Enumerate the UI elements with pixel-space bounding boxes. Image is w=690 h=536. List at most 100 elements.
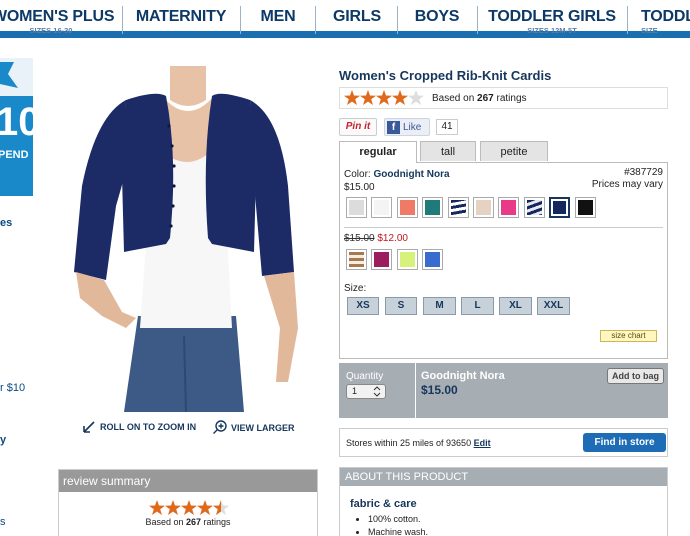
quantity-select[interactable]: 1 <box>346 384 386 399</box>
size-label: Size: <box>344 283 367 294</box>
nav-label: TODDLER GIRLS <box>488 8 616 25</box>
nav-toddler-boys[interactable]: TODDL SIZE <box>641 0 690 38</box>
color-swatch[interactable] <box>498 197 520 218</box>
rating-stars-icon <box>344 90 424 105</box>
left-link[interactable]: r $10 <box>0 382 25 394</box>
like-label: Like <box>403 121 422 133</box>
about-title: ABOUT THIS PRODUCT <box>340 468 667 486</box>
nav-sublabel: SIZE <box>641 26 658 35</box>
about-product-panel: ABOUT THIS PRODUCT fabric & care 100% co… <box>339 467 668 536</box>
find-in-store-button[interactable]: Find in store <box>583 433 666 452</box>
roll-to-zoom-label: ROLL ON TO ZOOM IN <box>100 422 197 432</box>
nav-sublabel: SIZES 12M-5T <box>527 26 577 35</box>
size-xxl-button[interactable]: XXL <box>537 297 570 315</box>
color-swatch[interactable] <box>371 197 393 218</box>
nav-sublabel: SIZES 16-30 <box>29 26 73 35</box>
size-chart-link[interactable]: size chart <box>600 330 657 342</box>
stores-radius-text: Stores within 25 miles of 93650 <box>346 438 472 448</box>
rating-count: 267 <box>477 93 494 104</box>
edit-location-link[interactable]: Edit <box>474 438 491 448</box>
size-xl-button[interactable]: XL <box>499 297 532 315</box>
pin-it-button[interactable]: Pin it <box>339 118 377 136</box>
review-summary-title: review summary <box>59 470 317 492</box>
swatch-fill <box>425 252 441 267</box>
color-swatch[interactable] <box>574 197 596 218</box>
size-l-button[interactable]: L <box>461 297 494 315</box>
nav-separator <box>477 6 478 34</box>
view-larger-link[interactable]: VIEW LARGER <box>212 420 295 435</box>
nav-separator <box>315 6 316 34</box>
quantity-label: Quantity <box>346 371 384 382</box>
sku-info: #387729 Prices may vary <box>560 167 663 191</box>
nav-men[interactable]: MEN <box>242 0 314 38</box>
swatch-fill <box>349 200 364 215</box>
zoom-corner-icon <box>83 421 95 433</box>
nav-label: BOYS <box>414 8 460 25</box>
nav-separator <box>627 6 628 34</box>
swatch-fill <box>374 200 390 215</box>
color-swatch[interactable] <box>523 197 545 218</box>
nav-label: GIRLS <box>333 8 381 25</box>
nav-boys[interactable]: BOYS <box>399 0 475 38</box>
color-swatch[interactable] <box>473 197 494 218</box>
old-price: $15.00 <box>344 233 375 244</box>
ratings-text: ratings <box>203 517 231 527</box>
nav-womens-plus[interactable]: WOMEN'S PLUS SIZES 16-30 <box>0 0 115 38</box>
left-link[interactable]: y <box>0 434 6 446</box>
tab-regular[interactable]: regular <box>339 141 417 163</box>
nav-label: WOMEN'S PLUS <box>0 8 115 25</box>
stores-text: Stores within 25 miles of 93650 Edit <box>346 438 491 448</box>
size-s-button[interactable]: S <box>385 297 417 315</box>
quantity-value: 1 <box>352 386 358 396</box>
left-link[interactable]: es <box>0 217 12 229</box>
roll-to-zoom-link[interactable]: ROLL ON TO ZOOM IN <box>82 420 196 434</box>
color-swatch[interactable] <box>549 197 571 218</box>
color-swatch[interactable] <box>346 249 367 270</box>
color-swatch[interactable] <box>346 197 367 218</box>
color-swatch[interactable] <box>422 249 444 270</box>
rating-stars-icon <box>149 500 229 515</box>
nav-maternity[interactable]: MATERNITY <box>124 0 238 38</box>
color-swatch[interactable] <box>447 197 469 218</box>
swatch-fill <box>577 200 593 215</box>
size-xs-button[interactable]: XS <box>347 297 379 315</box>
fabric-care-heading: fabric & care <box>350 498 417 510</box>
like-count: 41 <box>436 119 458 135</box>
rating-count: 267 <box>185 517 202 527</box>
rating-bar[interactable]: Based on 267 ratings <box>339 87 668 109</box>
ratings-text: ratings <box>496 93 527 104</box>
store-finder: Stores within 25 miles of 93650 Edit Fin… <box>339 428 668 457</box>
swatch-fill <box>526 200 542 215</box>
product-image[interactable] <box>66 66 310 412</box>
view-larger-label: VIEW LARGER <box>231 422 295 433</box>
facebook-like-button[interactable]: f Like <box>384 118 430 136</box>
nav-toddler-girls[interactable]: TODDLER GIRLS SIZES 12M-5T <box>479 0 625 38</box>
tab-tall[interactable]: tall <box>420 141 476 161</box>
category-nav: WOMEN'S PLUS SIZES 16-30 MATERNITY MEN G… <box>0 0 690 38</box>
tab-petite[interactable]: petite <box>480 141 548 161</box>
color-swatch[interactable] <box>396 249 418 270</box>
color-swatch[interactable] <box>396 197 418 218</box>
rating-based-on: Based on 267 ratings <box>432 93 527 104</box>
based-on-text: Based on <box>432 93 475 104</box>
selected-color-name: Goodnight Nora <box>421 370 505 382</box>
add-to-bag-button[interactable]: Add to bag <box>607 368 664 384</box>
color-name: Goodnight Nora <box>373 169 450 180</box>
size-m-button[interactable]: M <box>423 297 456 315</box>
color-swatch[interactable] <box>371 249 393 270</box>
swatch-fill <box>476 200 491 215</box>
nav-separator <box>122 6 123 34</box>
promo-banner[interactable]: 10 PEND <box>0 58 33 196</box>
nav-girls[interactable]: GIRLS <box>317 0 397 38</box>
sale-price: $12.00 <box>377 233 408 244</box>
stepper-arrows-icon <box>373 386 381 397</box>
nav-separator <box>240 6 241 34</box>
color-swatch[interactable] <box>422 197 444 218</box>
left-link[interactable]: s <box>0 516 6 528</box>
nav-label: TODDL <box>641 8 690 25</box>
selected-price: $15.00 <box>421 383 458 397</box>
list-item: Machine wash. <box>368 527 428 536</box>
nav-label: MEN <box>260 8 296 25</box>
prices-may-vary: Prices may vary <box>591 179 663 190</box>
list-item: 100% cotton. <box>368 514 428 524</box>
